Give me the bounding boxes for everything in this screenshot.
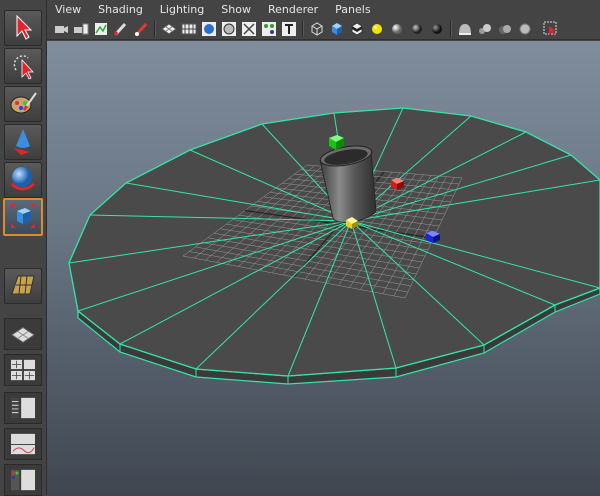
bookmark-camera-icon [74, 23, 89, 34]
rotate-tool[interactable] [4, 162, 42, 198]
single-perspective-icon [11, 326, 35, 343]
text-icon [282, 21, 296, 36]
camera-icon [55, 25, 68, 33]
viewport-scene [68, 107, 600, 385]
perspective-viewport[interactable] [47, 41, 600, 495]
antialiasing-button[interactable] [517, 21, 533, 37]
wireframe-button[interactable] [181, 21, 197, 37]
grey-sphere-icon [392, 23, 402, 34]
grease-pencil-button[interactable] [113, 21, 129, 37]
paint-select-tool[interactable] [4, 86, 42, 122]
last-tool[interactable] [4, 268, 42, 304]
cone-icon [8, 126, 38, 159]
layout-four-view[interactable] [4, 354, 42, 386]
camera-attributes-button[interactable] [53, 21, 69, 37]
checker-cube-icon [351, 21, 363, 36]
default-light-button[interactable] [369, 21, 385, 37]
sphere-icon [8, 164, 38, 197]
brush-icon [8, 88, 38, 121]
checker-button[interactable] [349, 21, 365, 37]
menu-shading[interactable]: Shading [90, 3, 152, 16]
grease-pencil-icon [113, 22, 127, 36]
select-tool[interactable] [4, 10, 42, 46]
move-tool[interactable] [4, 124, 42, 160]
texture-icon [262, 21, 276, 36]
four-view-icon [11, 359, 35, 381]
lasso-icon [8, 50, 38, 83]
menu-renderer[interactable]: Renderer [260, 3, 327, 16]
wireframe-on-shaded-button[interactable] [221, 21, 237, 37]
shaded-cube-button[interactable] [329, 21, 345, 37]
yellow-light-icon [372, 23, 382, 34]
textured-button[interactable] [261, 21, 277, 37]
isolate-select-button[interactable] [457, 21, 473, 37]
lasso-tool[interactable] [4, 48, 42, 84]
pencil-red-icon [135, 22, 148, 36]
aa-icon [519, 23, 531, 34]
image-plane-button[interactable] [93, 21, 109, 37]
wireframe-icon [181, 23, 197, 34]
shaded-cube-icon [332, 22, 342, 35]
image-plane-icon [95, 22, 107, 35]
menu-lighting[interactable]: Lighting [152, 3, 213, 16]
panel-toolbar [47, 18, 600, 40]
layout-hypershade-persp[interactable] [4, 464, 42, 496]
film-gate-button[interactable] [133, 21, 149, 37]
select-marquee-icon [543, 21, 557, 36]
layout-graph-persp[interactable] [4, 428, 42, 460]
layout-outliner-persp[interactable] [4, 392, 42, 424]
shadows-button[interactable] [409, 21, 425, 37]
panel-more-button[interactable] [543, 21, 559, 37]
camera-bookmark-button[interactable] [73, 21, 89, 37]
dome-icon [459, 23, 471, 35]
smooth-shade-button[interactable] [201, 21, 217, 37]
menu-show[interactable]: Show [213, 3, 260, 16]
panel-menubar: View Shading Lighting Show Renderer Pane… [47, 0, 600, 18]
dark-sphere-icon [412, 23, 422, 34]
arrow-icon [8, 12, 38, 45]
xray-button[interactable] [241, 21, 257, 37]
menu-view[interactable]: View [47, 3, 90, 16]
all-lights-button[interactable] [389, 21, 405, 37]
blur-spheres-icon [479, 23, 491, 34]
toolbox [0, 0, 47, 496]
hypershade-persp-icon [11, 469, 35, 491]
hud-text-button[interactable] [281, 21, 297, 37]
grid-toggle-button[interactable] [161, 21, 177, 37]
outliner-persp-icon [11, 397, 35, 419]
grid-plane-icon [8, 270, 38, 303]
cube-icon [8, 201, 38, 234]
motion-blur-button[interactable] [477, 21, 493, 37]
wire-on-shaded-icon [222, 21, 236, 36]
smooth-shade-icon [202, 21, 216, 36]
xray-icon [242, 21, 256, 36]
graph-persp-icon [11, 433, 35, 455]
selected-lights-button[interactable] [429, 21, 445, 37]
occlusion-icon [499, 24, 511, 34]
wire-cube-icon [311, 21, 323, 36]
layout-single-perspective[interactable] [4, 318, 42, 350]
menu-panels[interactable]: Panels [327, 3, 379, 16]
ambient-occlusion-button[interactable] [497, 21, 513, 37]
bounding-box-button[interactable] [309, 21, 325, 37]
black-sphere-icon [432, 23, 442, 34]
grid-icon [161, 22, 177, 35]
scale-tool[interactable] [3, 198, 43, 236]
